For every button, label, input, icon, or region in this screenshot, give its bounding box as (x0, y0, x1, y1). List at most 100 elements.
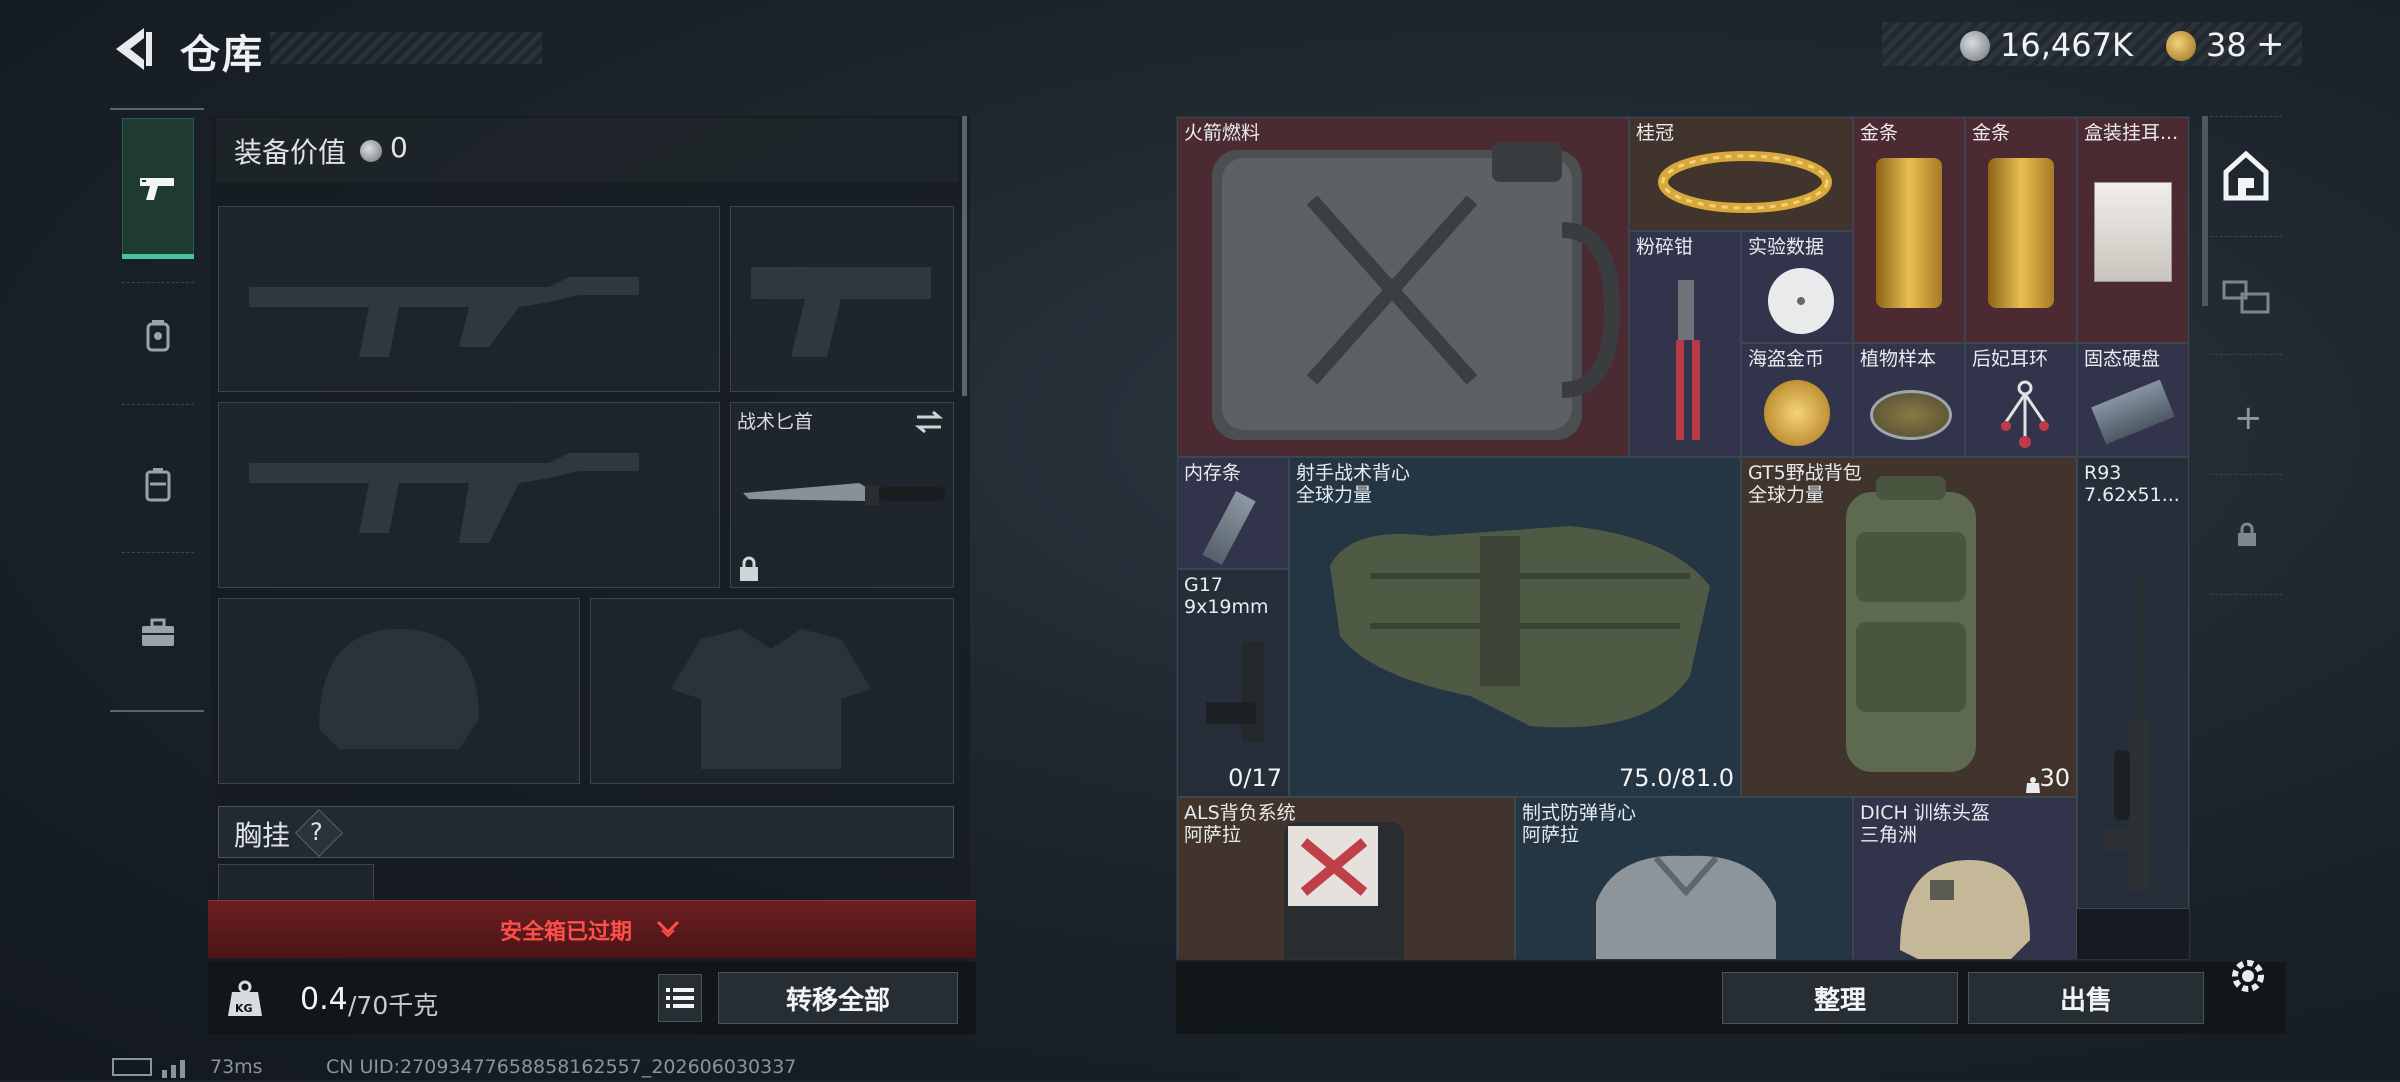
chest-rig-label: 胸挂 (234, 819, 291, 852)
item-sublabel: 全球力量 (1296, 484, 1373, 506)
tactical-vest-icon (1330, 526, 1710, 728)
item-experiment-data[interactable]: 实验数据 (1741, 231, 1853, 343)
pistol-placeholder-icon (751, 267, 931, 357)
pistol-icon (138, 168, 178, 208)
knife-slot-label: 战术匕首 (737, 411, 814, 433)
swap-icon[interactable] (913, 409, 945, 435)
warehouse-tab[interactable] (2222, 150, 2270, 202)
item-label: 射手战术背心 (1296, 462, 1411, 484)
body-armor-icon (1596, 855, 1776, 959)
nav-tab-gear[interactable] (138, 316, 178, 356)
ping-text: 73ms (210, 1056, 263, 1078)
sell-button[interactable]: 出售 (1968, 972, 2204, 1024)
ram-icon (1202, 491, 1256, 565)
organize-button[interactable]: 整理 (1722, 972, 1958, 1024)
item-label: 固态硬盘 (2084, 348, 2161, 370)
item-plant-sample[interactable]: 植物样本 (1853, 343, 1965, 457)
side-separator (2210, 474, 2282, 475)
side-separator (2210, 354, 2282, 355)
add-currency-button[interactable]: + (2256, 24, 2285, 64)
item-g17-pistol[interactable]: G17 9x19mm 0/17 (1177, 569, 1289, 797)
item-consort-earring[interactable]: 后妃耳环 (1965, 343, 2077, 457)
helmet-slot[interactable] (218, 598, 580, 784)
equipment-scrollbar[interactable] (962, 116, 967, 396)
item-rocket-fuel[interactable]: 火箭燃料 (1177, 117, 1629, 457)
rifle-placeholder-icon (249, 277, 639, 357)
item-label-group: G17 9x19mm (1184, 574, 1269, 618)
item-memory-stick[interactable]: 内存条 (1177, 457, 1289, 569)
item-label: 实验数据 (1748, 236, 1825, 258)
item-als-carrier[interactable]: ALS背负系统 阿萨拉 (1177, 797, 1515, 959)
sniper-rifle-icon (2104, 570, 2148, 890)
settings-gear-icon[interactable] (2226, 954, 2270, 998)
item-gold-bar[interactable]: 金条 (1965, 117, 2077, 343)
kg-badge-text: KG (235, 1002, 253, 1015)
gold-currency-amount: 38 (2206, 26, 2247, 64)
add-storage-button[interactable]: + (2234, 398, 2263, 438)
warehouse-icon (2223, 150, 2269, 201)
helmet-placeholder-icon (319, 629, 479, 749)
item-coffee-box[interactable]: 盒装挂耳... (2077, 117, 2189, 343)
item-gt5-backpack[interactable]: GT5野战背包 全球力量 30 (1741, 457, 2077, 797)
item-label: R93 (2084, 462, 2122, 484)
equipment-value-label: 装备价值 (234, 136, 347, 169)
item-ssd[interactable]: 固态硬盘 (2077, 343, 2189, 457)
item-label-group: DICH 训练头盔 三角洲 (1860, 802, 1990, 846)
silver-coin-icon (1960, 31, 1990, 61)
item-standard-vest[interactable]: 制式防弹背心 阿萨拉 (1515, 797, 1853, 959)
page-title: 仓库 (180, 32, 264, 78)
nav-tab-toolbox[interactable] (138, 612, 178, 652)
pliers-icon (1676, 280, 1700, 440)
gold-bar-icon (1988, 158, 2054, 308)
pistol-icon (1206, 642, 1264, 742)
tactical-knife-icon (743, 483, 945, 505)
jerry-can-icon (1212, 142, 1621, 440)
nav-tab-backpack[interactable] (138, 464, 178, 504)
battery-icon (112, 1058, 152, 1076)
coffee-box-icon (2094, 182, 2172, 282)
item-label: DICH 训练头盔 (1860, 802, 1990, 824)
grid-scrollbar[interactable] (2202, 116, 2208, 306)
item-label: 植物样本 (1860, 348, 1937, 370)
ssd-icon (2091, 379, 2175, 445)
help-icon[interactable]: ? (310, 818, 323, 846)
petri-dish-icon (1870, 390, 1952, 440)
item-label-group: 射手战术背心 全球力量 (1296, 462, 1410, 506)
item-label: 制式防弹背心 (1522, 802, 1637, 824)
gold-coin-icon (2166, 31, 2196, 61)
weight-capacity: /70千克 (348, 991, 439, 1020)
item-marksman-vest[interactable]: 射手战术背心 全球力量 75.0/81.0 (1289, 457, 1741, 797)
lock-icon (740, 556, 758, 581)
list-view-button[interactable] (658, 974, 702, 1022)
item-label: 内存条 (1184, 462, 1242, 484)
item-label: 海盗金币 (1748, 348, 1825, 370)
secondary-weapon-slot[interactable] (218, 402, 720, 588)
item-r93-rifle[interactable]: R93 7.62x51... (2077, 457, 2189, 909)
item-label: 金条 (1860, 122, 1899, 144)
item-label: 后妃耳环 (1972, 348, 2049, 370)
silver-currency-amount: 16,467K (2000, 26, 2133, 64)
primary-weapon-slot[interactable] (218, 206, 720, 392)
shelf-tab[interactable] (2220, 274, 2272, 318)
chest-rig-slot[interactable] (218, 864, 374, 904)
nav-active-indicator (122, 254, 194, 259)
helmet-icon (1900, 860, 2030, 959)
transfer-all-button[interactable]: 转移全部 (718, 972, 958, 1024)
lock-icon (2236, 522, 2258, 548)
ammo-count: 0/17 (1228, 764, 1282, 792)
item-dich-helmet[interactable]: DICH 训练头盔 三角洲 (1853, 797, 2077, 959)
nav-separator (122, 404, 194, 405)
gold-coin-icon (1764, 380, 1830, 446)
item-pirate-coin[interactable]: 海盗金币 (1741, 343, 1853, 457)
pistol-slot[interactable] (730, 206, 954, 392)
item-gold-bar[interactable]: 金条 (1853, 117, 1965, 343)
item-label-group: 制式防弹背心 阿萨拉 (1522, 802, 1636, 846)
knife-slot[interactable]: 战术匕首 (730, 402, 954, 588)
back-arrow-icon[interactable] (108, 22, 156, 76)
item-laurel-crown[interactable]: 桂冠 (1629, 117, 1853, 231)
weight-current: 0.4 (300, 982, 348, 1017)
armor-slot[interactable] (590, 598, 954, 784)
item-crushing-pliers[interactable]: 粉碎钳 (1629, 231, 1741, 457)
durability-count: 75.0/81.0 (1619, 764, 1734, 792)
item-label-group: R93 7.62x51... (2084, 462, 2180, 506)
